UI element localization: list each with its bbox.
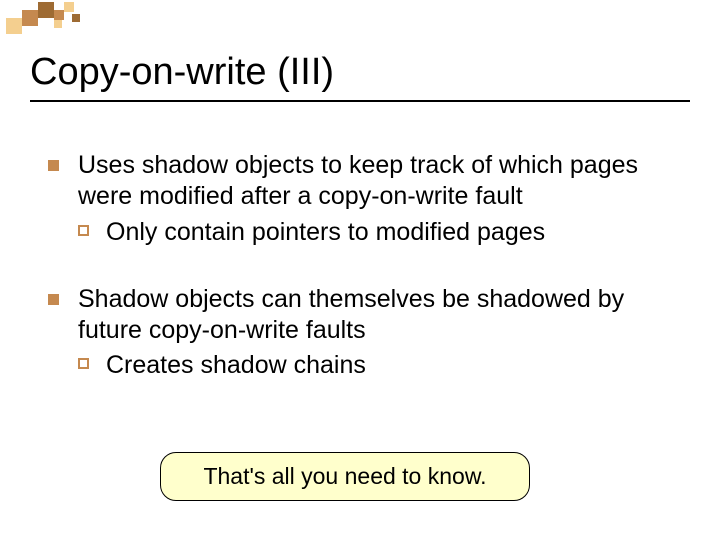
bullet-text: Shadow objects can themselves be shadowe… [78,285,624,344]
sub-bullet-text: Creates shadow chains [106,351,366,379]
slide-body: Uses shadow objects to keep track of whi… [48,150,680,418]
sub-bullet-text: Only contain pointers to modified pages [106,218,545,246]
bullet-icon [48,294,59,305]
sub-bullet-icon [78,358,89,369]
sub-bullet-icon [78,225,89,236]
callout-box: That's all you need to know. [160,452,530,501]
slide: Copy-on-write (III) Uses shadow objects … [0,0,720,540]
sub-bullet-item: Only contain pointers to modified pages [78,217,680,248]
title-area: Copy-on-write (III) [30,52,690,102]
slide-title: Copy-on-write (III) [30,52,690,94]
bullet-icon [48,160,59,171]
bullet-item: Uses shadow objects to keep track of whi… [48,150,680,248]
title-underline [30,100,690,102]
slide-corner-decoration [6,0,126,36]
bullet-text: Uses shadow objects to keep track of whi… [78,151,638,210]
bullet-item: Shadow objects can themselves be shadowe… [48,284,680,382]
callout-text: That's all you need to know. [203,463,486,489]
sub-bullet-item: Creates shadow chains [78,350,680,381]
